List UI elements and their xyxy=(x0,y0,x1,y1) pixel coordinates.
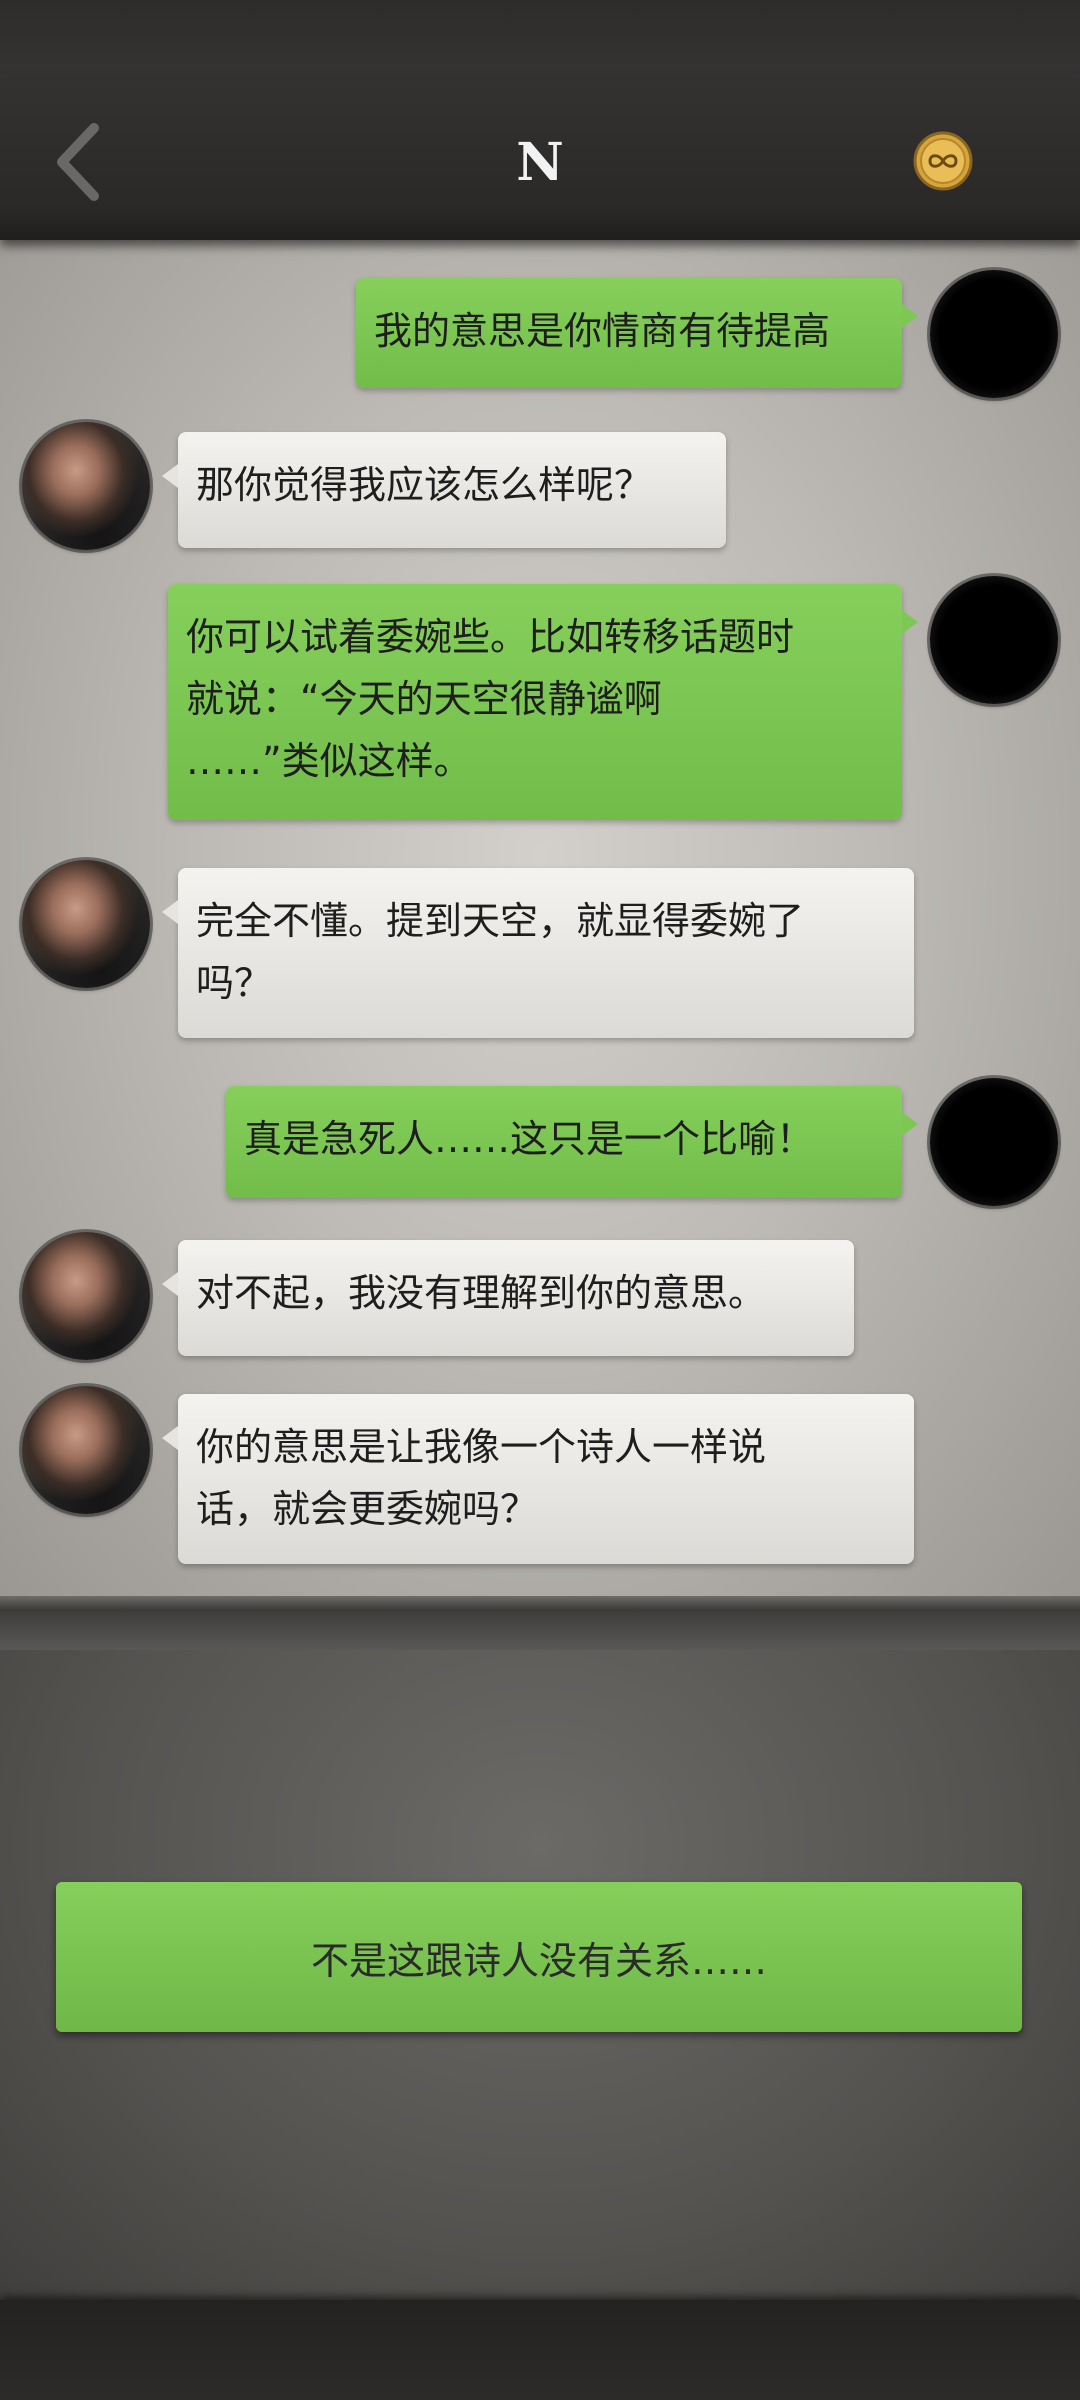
message-bubble-received: 你的意思是让我像一个诗人一样说 话，就会更委婉吗？ xyxy=(162,1394,914,1564)
avatar-me[interactable] xyxy=(930,576,1058,704)
reply-choice-label: 不是这跟诗人没有关系…… xyxy=(310,1938,767,1983)
avatar-npc[interactable] xyxy=(22,1232,150,1360)
message-text-line: 完全不懂。提到天空，就显得委婉了 xyxy=(196,899,805,943)
avatar-npc[interactable] xyxy=(22,1386,150,1514)
message-text-line: 你的意思是让我像一个诗人一样说 xyxy=(196,1425,767,1469)
message-text-line: 你可以试着委婉些。比如转移话题时 xyxy=(186,615,795,659)
bottom-bar xyxy=(0,2300,1080,2400)
message-bubble-received: 完全不懂。提到天空，就显得委婉了 吗？ xyxy=(162,868,914,1038)
message-bubble-sent: 你可以试着委婉些。比如转移话题时 就说：“今天的天空很静谧啊 ……”类似这样。 xyxy=(168,584,918,820)
coin-button[interactable] xyxy=(912,130,974,192)
message-text-line: 话，就会更委婉吗？ xyxy=(196,1487,539,1531)
paper-edge-divider xyxy=(0,1610,1080,1650)
avatar-npc[interactable] xyxy=(22,422,150,550)
message-text: 那你觉得我应该怎么样呢？ xyxy=(196,463,653,507)
top-header: N xyxy=(0,80,1080,240)
avatar-npc[interactable] xyxy=(22,860,150,988)
message-text: 我的意思是你情商有待提高 xyxy=(374,309,831,353)
message-text-line: 吗？ xyxy=(196,961,273,1005)
avatar-me[interactable] xyxy=(930,270,1058,398)
status-bar xyxy=(0,0,1080,80)
avatar-me[interactable] xyxy=(930,1078,1058,1206)
message-bubble-sent: 真是急死人……这只是一个比喻！ xyxy=(226,1086,918,1198)
message-text: 对不起，我没有理解到你的意思。 xyxy=(196,1271,767,1315)
message-bubble-sent: 我的意思是你情商有待提高 xyxy=(356,278,918,388)
message-bubble-received: 那你觉得我应该怎么样呢？ xyxy=(162,432,726,548)
chat-area[interactable]: 我的意思是你情商有待提高 那你觉得我应该怎么样呢？ 你可以试着委婉些。比如转移话… xyxy=(0,240,1080,1610)
message-text-line: 就说：“今天的天空很静谧啊 xyxy=(186,677,662,721)
message-text-line: ……”类似这样。 xyxy=(186,739,472,783)
reply-choice-button[interactable]: 不是这跟诗人没有关系…… xyxy=(56,1882,1022,2032)
infinity-coin-icon xyxy=(913,131,973,191)
message-bubble-received: 对不起，我没有理解到你的意思。 xyxy=(162,1240,854,1356)
message-text: 真是急死人……这只是一个比喻！ xyxy=(244,1117,815,1161)
